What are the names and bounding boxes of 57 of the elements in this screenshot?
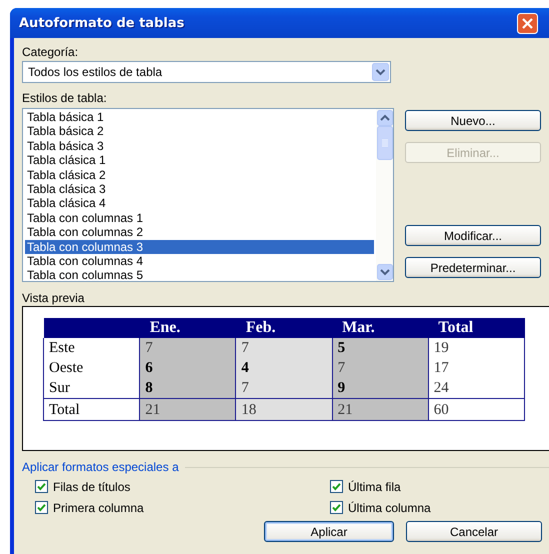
checkbox-label: Primera columna xyxy=(53,500,144,514)
checkbox[interactable] xyxy=(330,480,343,493)
group-label: Aplicar formatos especiales a xyxy=(22,460,179,474)
column-header: Feb. xyxy=(236,318,332,338)
checkbox-label: Última columna xyxy=(348,500,431,514)
table-cell: 4 xyxy=(236,358,332,378)
list-item[interactable]: Tabla clásica 2 xyxy=(25,168,374,182)
list-item[interactable]: Tabla clásica 4 xyxy=(25,196,374,211)
scroll-down-icon[interactable] xyxy=(376,264,392,280)
column-header: Ene. xyxy=(140,318,236,338)
list-item[interactable]: Tabla básica 1 xyxy=(25,110,374,124)
checkbox-label: Última fila xyxy=(348,480,401,494)
scroll-up-icon[interactable] xyxy=(376,110,392,126)
list-item[interactable]: Tabla básica 3 xyxy=(25,138,374,154)
action-button[interactable]: Nuevo... xyxy=(405,110,541,131)
row-header: Sur xyxy=(44,378,140,398)
table-cell: 18 xyxy=(236,398,332,420)
table-cell: 9 xyxy=(332,378,428,398)
column-header: Mar. xyxy=(332,318,428,338)
table-cell: 17 xyxy=(428,358,524,378)
list-item[interactable]: Tabla básica 2 xyxy=(25,124,374,139)
table-cell: 7 xyxy=(140,338,236,358)
list-item[interactable]: Tabla con columnas 4 xyxy=(25,254,374,268)
table-cell: 7 xyxy=(236,378,332,398)
list-item[interactable]: Tabla con columnas 3 xyxy=(25,240,374,254)
window-title: Autoformato de tablas xyxy=(18,16,184,30)
table-cell: 6 xyxy=(140,358,236,378)
list-item[interactable]: Tabla clásica 1 xyxy=(25,153,374,168)
checkbox[interactable] xyxy=(35,480,48,493)
dialog-button[interactable]: Aplicar xyxy=(264,521,394,542)
table-cell: 21 xyxy=(140,398,236,420)
table-cell: 7 xyxy=(236,338,332,358)
list-item[interactable]: Tabla clásica 3 xyxy=(25,182,374,196)
section-label: Vista previa xyxy=(22,290,86,306)
scrollbar-thumb[interactable] xyxy=(376,126,392,160)
list-item[interactable]: Tabla con columnas 2 xyxy=(25,225,374,240)
dialog-button[interactable]: Cancelar xyxy=(406,521,542,542)
table-cell: 24 xyxy=(428,378,524,398)
table-cell: 5 xyxy=(332,338,428,358)
table-cell: 19 xyxy=(428,338,524,358)
table-cell: 8 xyxy=(140,378,236,398)
table-cell: 21 xyxy=(332,398,428,420)
list-item[interactable]: Tabla con columnas 5 xyxy=(25,268,374,283)
checkbox[interactable] xyxy=(330,501,343,514)
checkbox[interactable] xyxy=(35,501,48,514)
close-icon[interactable] xyxy=(517,12,538,34)
table-cell: 7 xyxy=(332,358,428,378)
column-header: Total xyxy=(428,318,524,338)
field-label: Estilos de tabla: xyxy=(22,90,108,106)
table-cell: 60 xyxy=(428,398,524,420)
list-item[interactable]: Tabla con columnas 1 xyxy=(25,210,374,226)
checkbox-label: Filas de títulos xyxy=(53,480,130,494)
field-label: Categoría: xyxy=(22,44,80,60)
action-button[interactable]: Predeterminar... xyxy=(405,257,541,278)
row-header: Total xyxy=(44,398,140,420)
category-dropdown[interactable]: Todos los estilos de tabla xyxy=(22,61,391,83)
action-button[interactable]: Modificar... xyxy=(405,225,541,246)
